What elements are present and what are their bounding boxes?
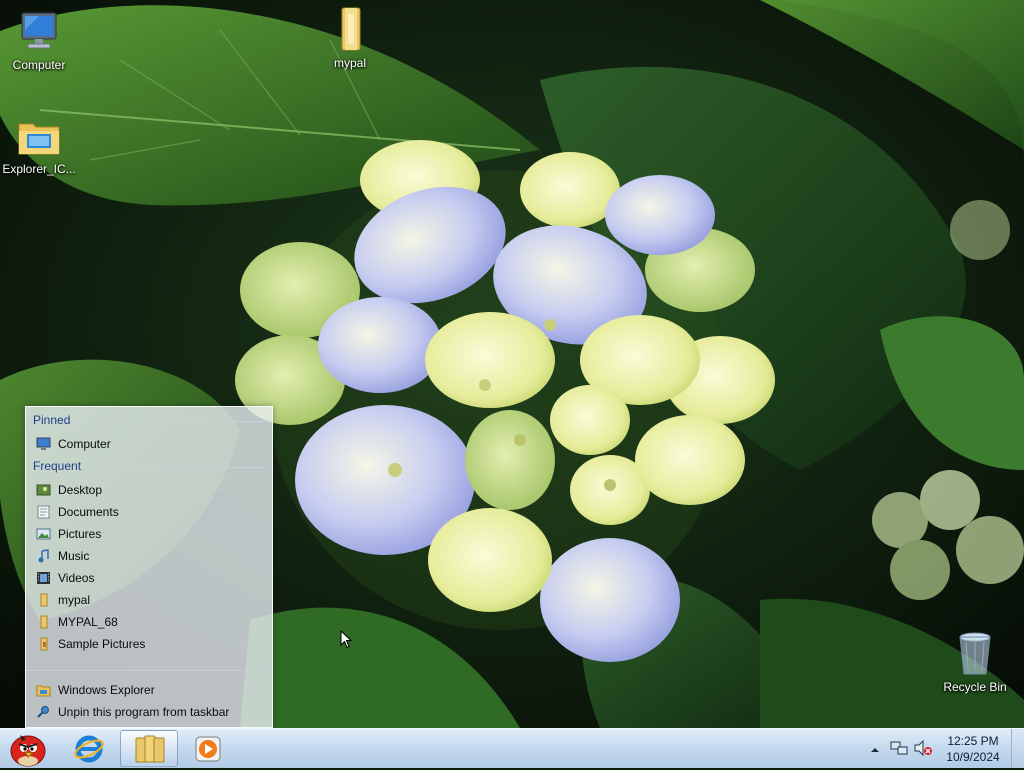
media-player-icon [195, 736, 221, 765]
jumplist-item-label: Computer [58, 437, 111, 451]
videos-icon [36, 571, 51, 585]
jumplist-item-label: Videos [58, 571, 95, 585]
explorer-icon [36, 683, 51, 697]
taskbar-internet-explorer[interactable] [62, 730, 118, 767]
jumplist-item-sample-pictures[interactable]: Sample Pictures [34, 634, 266, 654]
folder-icon [326, 6, 374, 54]
desktop-icon-label: Explorer_IC... [2, 162, 76, 176]
start-button[interactable] [2, 730, 50, 767]
jumplist-item-label: mypal [58, 593, 91, 607]
volume-muted-icon[interactable] [913, 739, 933, 759]
jumplist-item-mypal[interactable]: mypal [34, 590, 266, 610]
ie-icon [74, 734, 104, 767]
desktop-icon-label: Computer [12, 58, 66, 72]
explorer-jump-list: Pinned Computer Frequent Desktop Documen… [25, 406, 273, 728]
unpin-icon [36, 705, 51, 719]
jumplist-header-rule [74, 421, 266, 422]
folder-icon [36, 615, 51, 629]
recycle-bin-icon [951, 630, 999, 678]
jumplist-item-label: Pictures [58, 527, 102, 541]
explorer-folder-icon [15, 112, 63, 160]
taskbar-windows-explorer[interactable] [120, 730, 178, 767]
jumplist-item-label: Unpin this program from taskbar [58, 705, 230, 719]
desktop-icon [36, 483, 51, 497]
network-icon[interactable] [890, 740, 908, 759]
jumplist-separator [26, 670, 272, 671]
clock-time: 12:25 PM [947, 734, 999, 748]
jumplist-item-label: Windows Explorer [58, 683, 155, 697]
angry-bird-start-icon [6, 731, 48, 770]
jumplist-item-documents[interactable]: Documents [34, 502, 266, 522]
desktop-icon-computer[interactable]: Computer [1, 8, 77, 72]
computer-icon [36, 437, 51, 451]
desktop-icon-label: mypal [333, 56, 366, 70]
clock-date: 10/9/2024 [946, 750, 1000, 764]
jumplist-item-videos[interactable]: Videos [34, 568, 266, 588]
desktop-icon-mypal[interactable]: mypal [312, 6, 388, 70]
jumplist-frequent-header: Frequent [33, 459, 82, 473]
jumplist-item-label: Documents [58, 505, 119, 519]
desktop-icon-label: Recycle Bin [943, 680, 1007, 694]
jumplist-item-desktop[interactable]: Desktop [34, 480, 266, 500]
mouse-cursor [340, 629, 353, 652]
folders-icon [133, 734, 167, 767]
folder-icon [36, 637, 51, 651]
pictures-icon [36, 527, 51, 541]
computer-icon [15, 8, 63, 56]
taskbar: 12:25 PM 10/9/2024 [0, 728, 1024, 768]
jumplist-header-rule [84, 467, 266, 468]
show-hidden-icons-chevron[interactable] [870, 743, 880, 757]
jumplist-item-pictures[interactable]: Pictures [34, 524, 266, 544]
jumplist-task-unpin[interactable]: Unpin this program from taskbar [34, 702, 266, 722]
jumplist-item-label: Desktop [58, 483, 103, 497]
documents-icon [36, 505, 51, 519]
jumplist-pinned-header: Pinned [33, 413, 71, 427]
taskbar-media-player[interactable] [182, 730, 232, 767]
show-desktop-button[interactable] [1011, 729, 1024, 768]
jumplist-task-windows-explorer[interactable]: Windows Explorer [34, 680, 266, 700]
folder-icon [36, 593, 51, 607]
jumplist-item-computer[interactable]: Computer [34, 434, 266, 454]
system-clock[interactable]: 12:25 PM 10/9/2024 [938, 733, 1008, 765]
jumplist-item-label: Sample Pictures [58, 637, 146, 651]
jumplist-item-music[interactable]: Music [34, 546, 266, 566]
jumplist-item-label: MYPAL_68 [58, 615, 118, 629]
desktop-icon-recycle-bin[interactable]: Recycle Bin [937, 630, 1013, 694]
desktop-icon-explorer-ic[interactable]: Explorer_IC... [1, 112, 77, 176]
music-icon [36, 549, 51, 563]
jumplist-item-label: Music [58, 549, 90, 563]
jumplist-item-mypal-68[interactable]: MYPAL_68 [34, 612, 266, 632]
